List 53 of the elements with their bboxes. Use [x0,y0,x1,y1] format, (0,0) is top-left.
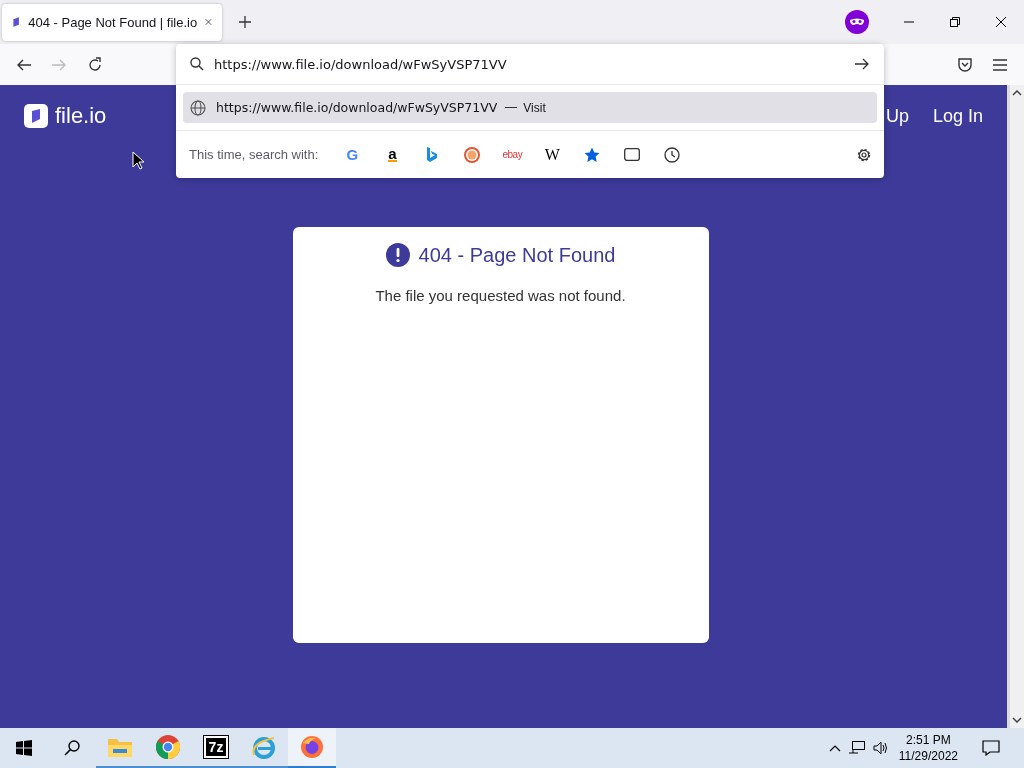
menu-icon[interactable] [993,58,1007,71]
ring-logo-icon [464,146,481,163]
search-with-label: This time, search with: [189,147,319,162]
search-icon[interactable] [64,740,80,756]
chevron-up-icon[interactable] [828,744,841,752]
volume-icon[interactable] [872,741,889,755]
taskbar-app[interactable]: 7z [192,728,240,768]
suggestion-item[interactable]: https://www.file.io/download/wFwSyVSP71VV Visit [183,92,877,123]
pocket-icon[interactable] [957,56,973,73]
exclamation-icon [385,243,410,267]
nav-link[interactable]: Up [885,105,909,127]
tab-title: 404 - Page Not Found | file.io [28,14,198,30]
star-icon [584,146,601,163]
google-engine-button[interactable]: G [332,138,373,171]
new-tab-icon[interactable] [238,15,252,29]
nav-link[interactable]: Log In [932,105,983,127]
settings-icon[interactable] [856,146,872,163]
chrome-icon [156,735,180,759]
ie-icon [252,735,276,759]
scroll-up-icon[interactable] [1012,90,1022,96]
logo-text[interactable]: file.io [55,103,107,129]
error-message: The file you requested was not found. [375,287,626,304]
go-arrow-icon[interactable] [854,57,870,71]
scrollbar[interactable] [1007,85,1024,728]
logo-icon [24,104,48,128]
browser-tab[interactable]: 404 - Page Not Found | file.io [2,3,222,41]
ebay-engine-button[interactable]: ebay [492,138,533,171]
tab-icon [624,148,641,161]
search-icon [190,57,204,71]
file-icon [12,15,21,29]
wikipedia-engine-button[interactable]: W [532,138,573,171]
suggestion-url: https://www.file.io/download/wFwSyVSP71VV [216,100,498,115]
close-icon[interactable] [995,16,1007,28]
folder-icon [108,737,132,757]
clock-time[interactable]: 2:51 PM [906,732,951,748]
scroll-down-icon[interactable] [1012,717,1022,723]
clock-icon [664,146,681,163]
cursor-icon [132,151,144,170]
taskbar-app[interactable] [288,728,336,768]
b-logo-icon [426,146,439,163]
restore-icon[interactable] [949,16,961,28]
amazon-engine-button[interactable]: a [372,138,413,171]
archiver-logo: 7z [203,736,229,758]
notification-icon[interactable] [982,740,1000,756]
clock-date[interactable]: 11/29/2022 [898,748,958,764]
error-title: 404 - Page Not Found [418,243,616,267]
suggestion-action: Visit [523,100,546,115]
firefox-icon [300,735,324,759]
reload-icon[interactable] [87,56,103,73]
network-icon[interactable] [848,741,865,755]
windows-icon[interactable] [16,740,32,756]
globe-icon [190,99,206,116]
mask-icon[interactable] [845,10,869,34]
